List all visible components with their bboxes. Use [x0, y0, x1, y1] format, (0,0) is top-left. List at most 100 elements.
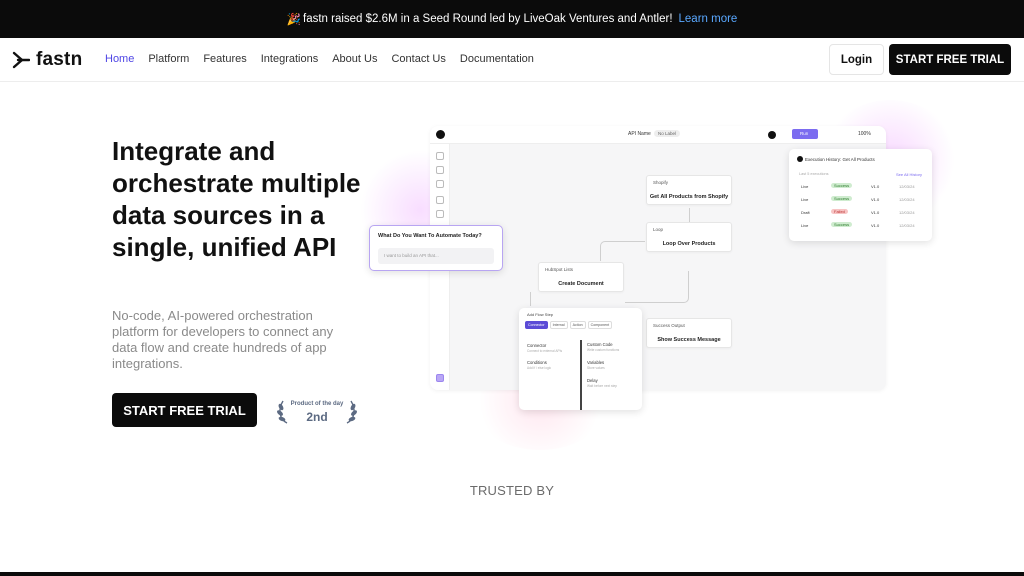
laurel-right-icon	[346, 400, 357, 424]
app-logo-icon	[436, 130, 445, 139]
flow-divider	[580, 340, 582, 410]
flow-tab: Action	[569, 321, 586, 329]
flow-item-sub: Wait before next step	[587, 384, 618, 388]
party-icon: 🎉	[286, 14, 301, 26]
row-date: 12/03/24	[899, 197, 915, 202]
history-icon	[797, 156, 803, 162]
start-free-trial-button[interactable]: START FREE TRIAL	[889, 44, 1011, 75]
learn-more-link[interactable]: Learn more	[679, 13, 738, 25]
node-title: Loop Over Products	[662, 241, 716, 247]
history-link: See All History	[895, 172, 922, 177]
execution-history-panel: Execution History: Get All Products Last…	[789, 149, 932, 241]
trusted-by-heading: TRUSTED BY	[469, 483, 555, 498]
history-row: Draft Failed V1.0 12/03/24	[801, 208, 921, 218]
row-env: Draft	[801, 210, 810, 215]
nav-platform[interactable]: Platform	[148, 53, 189, 65]
ai-prompt-input: I want to build an API that...	[378, 248, 494, 264]
run-button: Run	[792, 129, 818, 139]
badge-label: Product of the day	[290, 401, 344, 407]
api-name-label: API Name	[628, 131, 651, 137]
flow-tabs: Connector Internal Action Component	[525, 321, 613, 329]
node-head: Shopify	[653, 180, 669, 185]
login-button[interactable]: Login	[829, 44, 884, 75]
row-version: V1.0	[871, 197, 880, 202]
node-head: Success Output	[653, 323, 685, 328]
api-label-chip: No Label	[654, 130, 681, 137]
node-title: Show Success Message	[657, 337, 721, 343]
row-date: 12/03/24	[899, 223, 915, 228]
connector-line	[625, 271, 689, 303]
row-env: Live	[801, 223, 809, 228]
hero-subtitle: No-code, AI-powered orchestration platfo…	[112, 308, 334, 371]
node-title: Get All Products from Shopify	[649, 194, 729, 200]
hero-start-free-trial-button[interactable]: START FREE TRIAL	[112, 393, 257, 427]
row-env: Live	[801, 197, 809, 202]
announcement-bar: 🎉 fastn raised $2.6M in a Seed Round led…	[0, 0, 1024, 38]
ai-icon	[436, 374, 444, 382]
link-icon	[436, 196, 444, 204]
node-head: Loop	[653, 227, 664, 232]
node-loop: Loop Loop Over Products	[646, 222, 732, 252]
node-create-document: HubSpot Lists Create Document	[538, 262, 624, 292]
flow-head: Add Flow Step	[527, 312, 554, 317]
node-success-output: Success Output Show Success Message	[646, 318, 732, 348]
nav-documentation[interactable]: Documentation	[460, 53, 534, 65]
row-status: Success	[831, 196, 853, 201]
nav-features[interactable]: Features	[203, 53, 246, 65]
flow-tab: Connector	[525, 321, 548, 329]
flow-item-title: Variables	[587, 360, 605, 365]
app-toolbar: API Name No Label Run 100%	[430, 126, 886, 144]
connector-line	[530, 292, 531, 306]
row-date: 12/03/24	[899, 184, 915, 189]
hero-title: Integrate and orchestrate multiple data …	[112, 136, 361, 262]
row-version: V1.0	[871, 210, 880, 215]
row-date: 12/03/24	[899, 210, 915, 215]
status-dot-icon	[768, 131, 776, 139]
connector-line	[600, 241, 645, 261]
upload-icon	[436, 210, 444, 218]
flow-tab: Internal	[549, 321, 568, 329]
fastn-logo-icon	[12, 51, 30, 69]
flow-item-sub: Add if / else logic	[527, 366, 552, 370]
history-row: Live Success V1.0 12/03/24	[801, 195, 921, 205]
product-of-the-day-badge[interactable]: Product of the day 2nd	[276, 397, 358, 427]
badge-rank: 2nd	[306, 410, 328, 424]
history-row: Live Success V1.0 12/03/24	[801, 221, 921, 231]
flow-item-title: Conditions	[527, 360, 547, 365]
settings-icon	[436, 180, 444, 188]
top-nav: fastn Home Platform Features Integration…	[0, 38, 1024, 82]
flow-item: Delay Wait before next step	[587, 378, 617, 388]
flow-tab: Component	[587, 321, 613, 329]
connector-line	[689, 208, 690, 222]
logo[interactable]: fastn	[12, 49, 82, 71]
bottom-bar	[0, 572, 1024, 576]
history-title: Execution History: Get All Products	[805, 157, 875, 162]
row-status: Failed	[831, 209, 848, 214]
announcement-text: fastn raised $2.6M in a Seed Round led b…	[303, 13, 673, 25]
nav-contact-us[interactable]: Contact Us	[391, 53, 445, 65]
flow-item-sub: Connect to external APIs	[527, 349, 563, 353]
nav-links: Home Platform Features Integrations Abou…	[105, 53, 534, 65]
ai-prompt-panel: What Do You Want To Automate Today? I wa…	[369, 225, 503, 271]
flow-item-sub: Store values	[587, 366, 605, 370]
row-env: Live	[801, 184, 809, 189]
flow-item-title: Connector	[527, 343, 547, 348]
grid-icon	[436, 166, 444, 174]
nav-home[interactable]: Home	[105, 53, 134, 65]
flow-item-title: Custom Code	[587, 342, 613, 347]
row-version: V1.0	[871, 184, 880, 189]
row-version: V1.0	[871, 223, 880, 228]
row-status: Success	[831, 222, 853, 227]
flow-item: Connector Connect to external APIs	[527, 343, 562, 353]
flow-item-title: Delay	[587, 378, 598, 383]
flow-item-sub: Write custom functions	[587, 348, 620, 352]
node-head: HubSpot Lists	[545, 267, 574, 272]
flow-item: Conditions Add if / else logic	[527, 360, 551, 370]
nav-about-us[interactable]: About Us	[332, 53, 377, 65]
add-flow-step-panel: Add Flow Step Connector Internal Action …	[519, 308, 642, 410]
node-title: Create Document	[558, 281, 604, 287]
history-subtitle: Last 5 executions	[799, 172, 829, 176]
zoom-level: 100%	[858, 131, 871, 137]
logo-text: fastn	[36, 49, 83, 70]
nav-integrations[interactable]: Integrations	[261, 53, 318, 65]
